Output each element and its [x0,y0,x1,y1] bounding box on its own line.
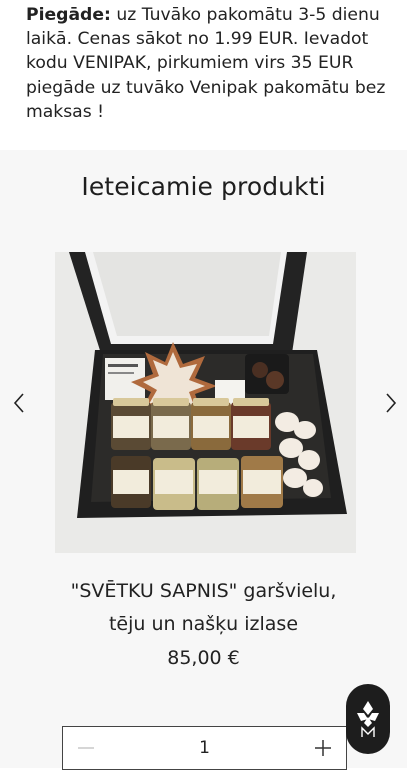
product-name[interactable]: "SVĒTKU SAPNIS" garšvielu, tēju un našķu… [0,575,407,641]
plus-icon [315,740,331,756]
decrease-quantity-button[interactable] [63,727,109,769]
increase-quantity-button[interactable] [300,727,346,769]
recommended-products-section: Ieteicamie produkti "SVĒTKU SAPNIS" garš… [0,150,407,770]
quantity-stepper: 1 [62,726,347,770]
product-price: 85,00 € [167,647,240,669]
carousel-next-button[interactable] [379,389,403,417]
product-name-line1: "SVĒTKU SAPNIS" garšvielu, [70,580,337,602]
delivery-info: Piegāde: uz Tuvāko pakomātu 3-5 dienu la… [0,0,407,150]
section-title: Ieteicamie produkti [81,172,326,201]
gift-box-photo [55,252,356,553]
minus-icon [78,747,94,749]
chevron-right-icon [386,393,397,413]
quantity-input[interactable]: 1 [109,738,300,758]
product-name-line2: tēju un našķu izlase [108,613,299,635]
carousel-prev-button[interactable] [7,389,31,417]
product-image[interactable] [55,252,356,553]
chevron-left-icon [13,393,24,413]
brand-logo-icon [357,701,379,737]
brand-chat-badge[interactable] [346,684,390,754]
delivery-label: Piegāde: [26,5,111,25]
